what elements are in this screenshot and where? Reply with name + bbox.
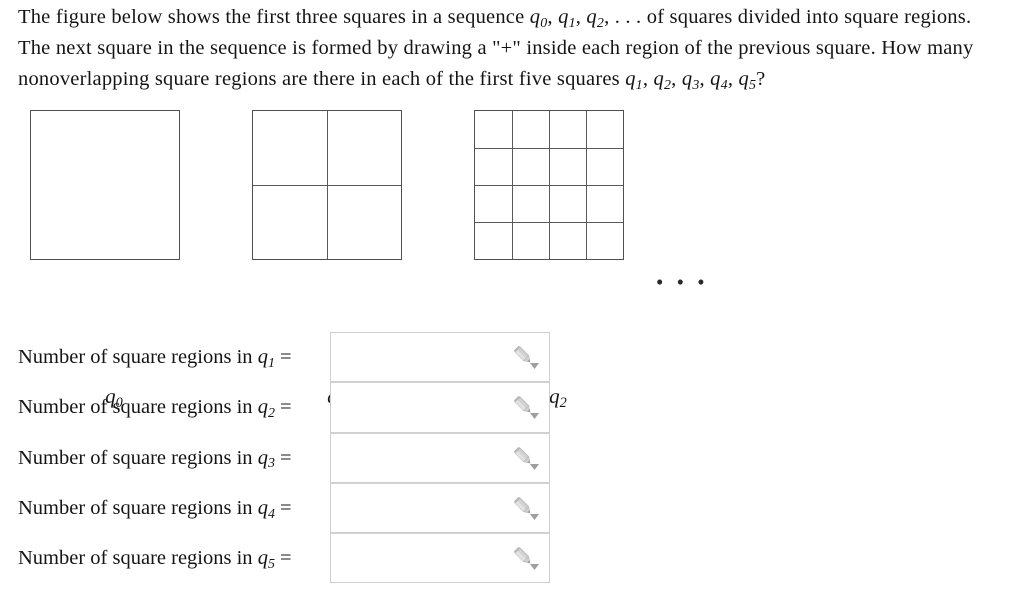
answer-label-var-base: q	[257, 547, 268, 570]
answer-box-q5[interactable]	[330, 533, 550, 584]
answer-label-var-sub: 1	[267, 355, 275, 371]
answer-row-q1: Number of square regions in q1 =	[0, 332, 1024, 383]
question-mark: ?	[756, 68, 766, 90]
answer-row-q4: Number of square regions in q4 =	[0, 482, 1024, 534]
answer-label-q1: Number of square regions in q1 =	[18, 332, 292, 382]
math-var-q5-list: q5	[738, 68, 757, 93]
math-sub-1: 1	[568, 15, 576, 31]
answer-input-q3[interactable]	[331, 433, 509, 482]
comma-4: ,	[671, 68, 682, 90]
math-sub-l1: 1	[635, 77, 643, 93]
math-var-q2-list: q2	[653, 68, 672, 93]
answer-input-q2[interactable]	[331, 383, 509, 432]
answer-label-var: q3	[257, 446, 275, 472]
problem-sentence-1-a: The figure below shows the first three s…	[18, 6, 525, 28]
answer-label-var-base: q	[257, 396, 268, 419]
comma-6: ,	[727, 68, 739, 90]
answer-label-q4: Number of square regions in q4 =	[18, 483, 292, 533]
grid-lines-q0	[31, 111, 179, 259]
math-sub-l5: 5	[748, 77, 757, 93]
answer-input-q5[interactable]	[331, 534, 509, 583]
answer-label-prefix: Number of square regions in	[18, 446, 258, 469]
answer-label-suffix: =	[274, 346, 292, 368]
answer-label-var-base: q	[257, 446, 268, 469]
answer-label-var: q4	[257, 496, 275, 522]
answer-row-q2: Number of square regions in q2 =	[0, 382, 1024, 433]
comma-5: ,	[699, 68, 711, 90]
answer-label-suffix: =	[274, 496, 292, 519]
comma-1: ,	[547, 6, 559, 28]
math-sub-2: 2	[596, 15, 605, 31]
pencil-icon[interactable]	[511, 546, 541, 572]
pencil-icon[interactable]	[511, 395, 541, 421]
inline-ellipsis: , . . .	[604, 6, 642, 28]
pencil-icon[interactable]	[511, 496, 541, 522]
answer-label-suffix: =	[274, 446, 292, 469]
comma-2: ,	[575, 6, 587, 28]
answer-box-q2[interactable]	[330, 382, 550, 433]
answer-label-var-sub: 3	[267, 456, 275, 472]
answer-label-prefix: Number of square regions in	[18, 396, 258, 419]
comma-3: ,	[642, 68, 654, 90]
square-diagram-q0	[30, 110, 180, 260]
grid-hline	[253, 185, 401, 187]
answer-label-q5: Number of square regions in q5 =	[18, 533, 292, 583]
math-sub-0: 0	[540, 15, 548, 31]
math-var-q0: q0	[529, 6, 548, 31]
math-var-q3-list: q3	[681, 68, 700, 93]
answer-box-q1[interactable]	[330, 332, 550, 383]
grid-lines-q1	[253, 111, 401, 259]
math-var-q1: q1	[558, 6, 576, 31]
answer-label-var-sub: 2	[267, 406, 275, 422]
answer-label-var: q2	[257, 396, 275, 422]
answer-label-var-sub: 4	[267, 506, 275, 522]
grid-hline	[475, 185, 623, 187]
answer-row-q3: Number of square regions in q3 =	[0, 432, 1024, 483]
answer-label-prefix: Number of square regions in	[18, 547, 258, 570]
answer-rows-container: Number of square regions in q1 = Number o…	[0, 332, 1024, 584]
square-diagram-q2	[474, 110, 624, 260]
math-sub-l4: 4	[720, 77, 728, 93]
answer-box-q4[interactable]	[330, 482, 550, 534]
math-sub-l2: 2	[663, 77, 672, 93]
pencil-icon[interactable]	[511, 446, 541, 472]
math-sub-l3: 3	[692, 77, 700, 93]
answer-box-q3[interactable]	[330, 432, 550, 483]
answer-label-var-sub: 5	[267, 557, 275, 573]
answer-label-suffix: =	[274, 547, 292, 570]
answer-label-q2: Number of square regions in q2 =	[18, 382, 292, 432]
sequence-ellipsis: • • •	[656, 270, 709, 294]
problem-statement: The figure below shows the first three s…	[18, 2, 1003, 95]
answer-input-q4[interactable]	[331, 483, 509, 533]
math-var-q2: q2	[586, 6, 605, 31]
math-var-q4-list: q4	[710, 68, 728, 93]
answer-label-prefix: Number of square regions in	[18, 346, 258, 368]
answer-label-suffix: =	[274, 396, 292, 419]
pencil-icon[interactable]	[511, 345, 541, 371]
square-diagram-q1	[252, 110, 402, 260]
answer-label-q3: Number of square regions in q3 =	[18, 433, 292, 483]
answer-row-q5: Number of square regions in q5 =	[0, 533, 1024, 584]
answer-label-var-base: q	[257, 346, 268, 368]
squares-figure: q0 q1 q2 • • •	[0, 104, 1024, 410]
math-var-q1-list: q1	[625, 68, 643, 93]
answer-label-prefix: Number of square regions in	[18, 496, 258, 519]
grid-vline	[586, 111, 588, 259]
answer-label-var-base: q	[257, 496, 268, 519]
grid-lines-q2	[475, 111, 623, 259]
answer-label-var: q5	[257, 547, 275, 573]
answer-input-q1[interactable]	[331, 333, 509, 382]
answer-label-var: q1	[257, 346, 275, 371]
grid-hline	[475, 222, 623, 224]
